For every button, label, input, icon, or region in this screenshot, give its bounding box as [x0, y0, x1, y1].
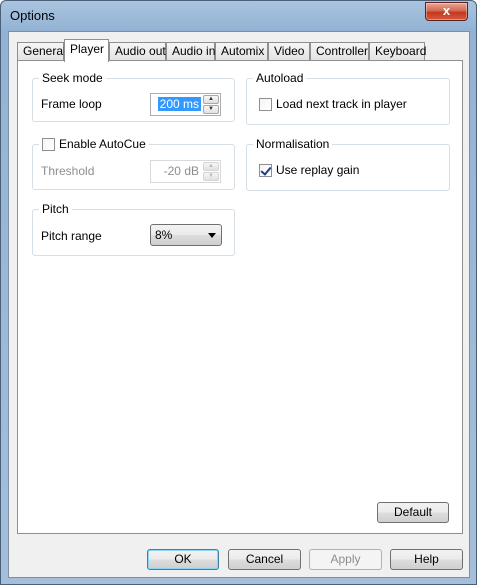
pitch-range-value: 8%: [155, 228, 173, 242]
load-next-track-option[interactable]: Load next track in player: [259, 97, 407, 111]
frame-loop-spinbox[interactable]: 200 ms ▲ ▼: [150, 93, 221, 116]
autoload-group: Autoload Load next track in player: [246, 71, 450, 125]
cancel-button[interactable]: Cancel: [228, 549, 301, 570]
tab-video[interactable]: Video: [268, 42, 310, 61]
ok-button[interactable]: OK: [147, 549, 219, 570]
threshold-spin-buttons: ▲ ▼: [203, 162, 219, 181]
spin-down-icon[interactable]: ▼: [203, 172, 219, 181]
pitch-group: Pitch Pitch range 8%: [32, 202, 235, 256]
chevron-down-icon: [208, 233, 216, 238]
tab-audio-in[interactable]: Audio in: [166, 42, 215, 61]
frame-loop-value[interactable]: 200 ms: [157, 97, 201, 111]
autocue-checkbox[interactable]: [42, 137, 55, 151]
seek-mode-group: Seek mode Frame loop 200 ms ▲ ▼: [32, 71, 235, 122]
tab-general[interactable]: General: [17, 42, 66, 61]
window-title: Options: [10, 8, 55, 23]
close-button[interactable]: x: [425, 2, 468, 21]
spin-up-icon[interactable]: ▲: [203, 95, 219, 104]
apply-button[interactable]: Apply: [309, 549, 382, 570]
autocue-group: Enable AutoCue Threshold -20 dB ▲ ▼: [32, 137, 235, 190]
tab-audio-out[interactable]: Audio out: [109, 42, 166, 61]
autocue-title[interactable]: Enable AutoCue: [39, 137, 149, 151]
help-button[interactable]: Help: [390, 549, 463, 570]
title-bar[interactable]: Options x: [1, 1, 476, 31]
threshold-value[interactable]: -20 dB: [162, 164, 201, 178]
tab-player[interactable]: Player: [64, 39, 109, 62]
autoload-title: Autoload: [253, 71, 307, 85]
threshold-label: Threshold: [41, 164, 95, 178]
frame-loop-spin-buttons: ▲ ▼: [203, 95, 219, 114]
pitch-title: Pitch: [39, 202, 72, 216]
load-next-track-checkbox[interactable]: [259, 97, 272, 111]
player-tab-panel: Seek mode Frame loop 200 ms ▲ ▼ Enable A…: [17, 60, 463, 534]
options-window: Options x General Player Audio out Audio…: [0, 0, 477, 585]
normalisation-title: Normalisation: [253, 137, 333, 151]
autocue-label: Enable AutoCue: [59, 137, 146, 151]
threshold-spinbox[interactable]: -20 dB ▲ ▼: [150, 160, 221, 183]
frame-loop-label: Frame loop: [41, 97, 102, 111]
pitch-range-dropdown[interactable]: 8%: [150, 224, 222, 246]
load-next-track-label: Load next track in player: [276, 97, 407, 111]
dialog-client-area: General Player Audio out Audio in Automi…: [8, 31, 470, 578]
tab-controller[interactable]: Controller: [310, 42, 369, 61]
tab-keyboard[interactable]: Keyboard: [369, 42, 426, 61]
pitch-range-label: Pitch range: [41, 229, 102, 243]
close-icon: x: [442, 3, 451, 18]
replay-gain-label: Use replay gain: [276, 163, 360, 177]
replay-gain-option[interactable]: Use replay gain: [259, 163, 359, 177]
spin-down-icon[interactable]: ▼: [203, 105, 219, 114]
replay-gain-checkbox[interactable]: [259, 163, 272, 177]
spin-up-icon[interactable]: ▲: [203, 162, 219, 171]
normalisation-group: Normalisation Use replay gain: [246, 137, 450, 191]
tab-automix[interactable]: Automix: [215, 42, 268, 61]
default-button[interactable]: Default: [377, 502, 449, 523]
seek-mode-title: Seek mode: [39, 71, 106, 85]
